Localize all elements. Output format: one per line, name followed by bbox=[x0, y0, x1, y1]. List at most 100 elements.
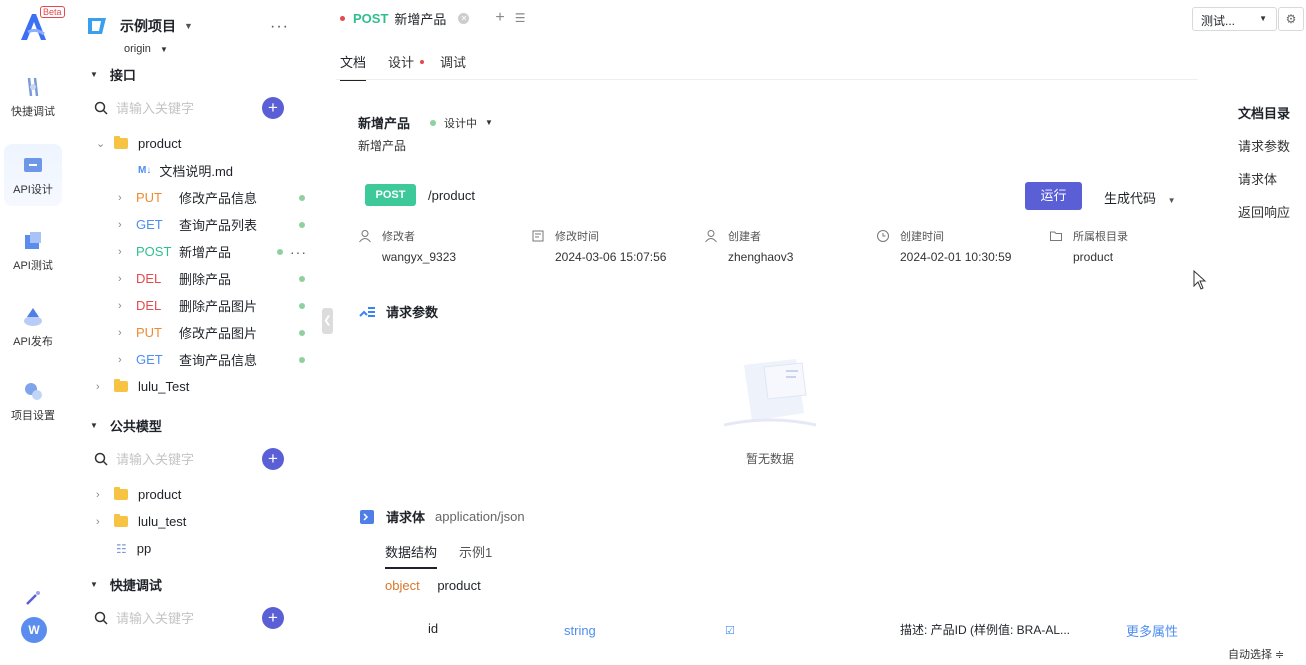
tree-folder-lulu[interactable]: › lulu_Test bbox=[68, 373, 320, 400]
magic-wand-icon[interactable] bbox=[23, 588, 43, 608]
tab-list-icon[interactable]: ☰ bbox=[515, 11, 526, 25]
close-icon[interactable]: ✕ bbox=[458, 12, 470, 24]
api-design-icon bbox=[24, 158, 42, 172]
method-label: PUT bbox=[136, 190, 162, 205]
project-logo-icon bbox=[88, 18, 106, 34]
tab-bar: POST 新增产品 ✕ + ☰ bbox=[336, 0, 526, 36]
rail-item-api-test[interactable]: API测试 bbox=[4, 220, 62, 282]
add-tab-icon[interactable]: + bbox=[495, 9, 504, 27]
meta-modifier: 修改者 wangyx_9323 bbox=[358, 228, 456, 264]
add-quick-debug-button[interactable]: + bbox=[262, 607, 284, 629]
caret-down-icon: ▼ bbox=[184, 21, 193, 31]
meta-label: 创建者 bbox=[728, 231, 761, 243]
project-settings-icon bbox=[25, 383, 42, 400]
chevron-right-icon: › bbox=[96, 515, 100, 528]
rail-label: 项目设置 bbox=[11, 410, 55, 422]
folder-name: product bbox=[138, 136, 182, 151]
tree-doc-item[interactable]: M↓ 文档说明.md bbox=[68, 157, 320, 184]
method-label: POST bbox=[136, 244, 172, 259]
doc-name: 文档说明.md bbox=[159, 164, 234, 179]
generate-code-label: 生成代码 bbox=[1104, 191, 1157, 206]
sidebar-collapse-handle[interactable]: ❮ bbox=[322, 308, 333, 334]
toc-item[interactable]: 请求参数 bbox=[1238, 136, 1290, 155]
model-folder[interactable]: › product bbox=[68, 481, 320, 508]
beta-badge: Beta bbox=[40, 6, 65, 18]
chevron-right-icon: › bbox=[118, 245, 122, 258]
user-icon bbox=[359, 230, 371, 243]
tab-example[interactable]: 示例1 bbox=[459, 542, 492, 569]
tab-title[interactable]: 新增产品 bbox=[394, 9, 446, 28]
add-interface-button[interactable]: + bbox=[262, 97, 284, 119]
generate-code-button[interactable]: 生成代码 ▼ bbox=[1104, 188, 1176, 207]
section-request-body: 请求体 application/json bbox=[358, 507, 525, 526]
method-label: PUT bbox=[136, 325, 162, 340]
meta-label: 修改者 bbox=[382, 231, 415, 243]
rail-item-project-settings[interactable]: 项目设置 bbox=[4, 370, 62, 432]
api-name: 修改产品信息 bbox=[179, 191, 258, 206]
toc-item[interactable]: 返回响应 bbox=[1238, 202, 1290, 221]
status-dot bbox=[299, 302, 305, 309]
tree-api-item[interactable]: › PUT 修改产品图片 bbox=[68, 319, 320, 346]
toc-item[interactable]: 请求体 bbox=[1238, 169, 1290, 188]
tab-schema[interactable]: 数据结构 bbox=[385, 542, 438, 569]
meta-value: zhenghaov3 bbox=[728, 250, 794, 264]
tab-doc[interactable]: 文档 bbox=[340, 52, 367, 81]
tree-api-item[interactable]: › DEL 删除产品图片 bbox=[68, 292, 320, 319]
section-interfaces[interactable]: ▼ 接口 bbox=[90, 65, 136, 84]
more-attributes-link[interactable]: 更多属性 bbox=[1126, 621, 1178, 640]
api-name: 查询产品列表 bbox=[179, 218, 258, 233]
tab-method[interactable]: POST bbox=[353, 11, 388, 26]
schema-type: object bbox=[385, 578, 420, 593]
tab-debug[interactable]: 调试 bbox=[440, 52, 466, 81]
field-name: id bbox=[428, 621, 439, 636]
tree-api-item[interactable]: › GET 查询产品列表 bbox=[68, 211, 320, 238]
run-button[interactable]: 运行 bbox=[1025, 182, 1082, 210]
rail-item-api-publish[interactable]: API发布 bbox=[4, 296, 62, 358]
collapse-triangle-icon: ▼ bbox=[90, 580, 98, 589]
more-options-icon[interactable]: ··· bbox=[270, 18, 289, 36]
model-item[interactable]: ☷ pp bbox=[68, 535, 320, 562]
status-dot bbox=[299, 356, 305, 363]
tab-design[interactable]: 设计 bbox=[388, 52, 425, 81]
section-models[interactable]: ▼ 公共模型 bbox=[90, 416, 162, 435]
project-switcher[interactable]: 示例项目 ▼ bbox=[86, 16, 193, 36]
model-icon: ☷ bbox=[116, 541, 127, 556]
search-input[interactable] bbox=[116, 100, 266, 116]
section-request-params: 请求参数 bbox=[358, 302, 438, 321]
meta-root-dir: 所属根目录 product bbox=[1049, 228, 1128, 264]
body-tabs: 数据结构 示例1 bbox=[385, 542, 514, 569]
meta-value: wangyx_9323 bbox=[382, 250, 457, 264]
folder-name: product bbox=[138, 487, 182, 502]
environment-settings-icon[interactable]: ⚙ bbox=[1278, 7, 1304, 31]
tree-folder-product[interactable]: ⌄ product bbox=[68, 130, 320, 157]
section-quick-debug[interactable]: ▼ 快捷调试 bbox=[90, 575, 162, 594]
status-dot bbox=[299, 194, 305, 201]
add-model-button[interactable]: + bbox=[262, 448, 284, 470]
empty-state-illustration-icon bbox=[724, 359, 816, 427]
method-label: GET bbox=[136, 352, 163, 367]
auto-select[interactable]: 自动选择 ≑ bbox=[1228, 646, 1284, 662]
main-panel: POST 新增产品 ✕ + ☰ 测试... ▼ ⚙ 文档 设计 调试 新增产品 … bbox=[336, 0, 1306, 665]
user-avatar[interactable]: W bbox=[21, 617, 47, 643]
schema-root-row: object product bbox=[385, 578, 481, 593]
required-check-icon[interactable]: ☑ bbox=[725, 624, 735, 637]
meta-value: 2024-03-06 15:07:56 bbox=[555, 250, 667, 264]
method-label: DEL bbox=[136, 271, 162, 286]
project-sidebar: 示例项目 ▼ ··· origin ▼ ▼ 接口 + ⌄ product M↓ 文… bbox=[68, 0, 320, 665]
tree-api-item-active[interactable]: › POST 新增产品 ··· bbox=[68, 238, 320, 265]
tree-api-item[interactable]: › GET 查询产品信息 bbox=[68, 346, 320, 373]
tree-api-item[interactable]: › PUT 修改产品信息 bbox=[68, 184, 320, 211]
row-more-icon[interactable]: ··· bbox=[290, 244, 307, 260]
rail-item-api-design[interactable]: API设计 bbox=[4, 144, 62, 206]
status-select[interactable]: 设计中 ▼ bbox=[430, 115, 493, 131]
meta-value: 2024-02-01 10:30:59 bbox=[900, 250, 1012, 264]
chevron-down-icon: ⌄ bbox=[96, 138, 106, 150]
tree-api-item[interactable]: › DEL 删除产品 bbox=[68, 265, 320, 292]
rail-item-quick-debug[interactable]: 快捷调试 bbox=[4, 66, 62, 128]
project-name: 示例项目 bbox=[120, 18, 176, 34]
search-input[interactable] bbox=[116, 451, 266, 467]
search-input[interactable] bbox=[116, 610, 266, 626]
model-folder[interactable]: › lulu_test bbox=[68, 508, 320, 535]
environment-select[interactable]: 测试... ▼ bbox=[1192, 7, 1277, 31]
branch-switcher[interactable]: origin ▼ bbox=[124, 43, 168, 55]
